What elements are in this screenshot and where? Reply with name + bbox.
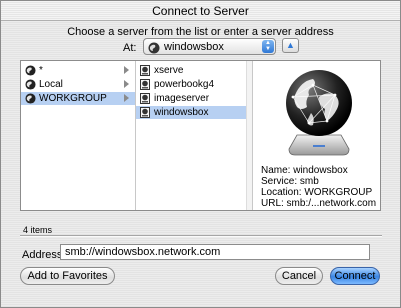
list-item[interactable]: Local: [21, 78, 135, 91]
server-icon: [140, 65, 150, 79]
list-item[interactable]: powerbookg4: [136, 78, 252, 91]
browser-column-2: xserve powerbookg4 imageserver windowsbo…: [136, 61, 253, 210]
at-value: windowsbox: [164, 41, 224, 53]
network-globe-icon: [25, 79, 36, 93]
item-label: Local: [39, 79, 63, 90]
network-server-globe-icon: [283, 67, 355, 164]
address-label: Address:: [22, 249, 66, 261]
address-field[interactable]: [60, 244, 370, 260]
connect-button[interactable]: Connect: [330, 267, 380, 285]
item-label: xserve: [154, 65, 184, 76]
info-name: Name: windowsbox: [261, 165, 348, 176]
item-label: *: [39, 65, 43, 76]
network-globe-icon: [25, 65, 36, 79]
cancel-button[interactable]: Cancel: [275, 267, 323, 285]
connect-to-server-window: Connect to Server Choose a server from t…: [0, 0, 401, 308]
disclosure-arrow-icon: [124, 66, 129, 74]
network-globe-icon: [148, 41, 160, 59]
up-arrow-button[interactable]: ▲: [282, 38, 299, 53]
network-globe-icon: [25, 93, 36, 107]
popup-arrows-icon: ▲ ▼: [262, 40, 274, 53]
item-label: imageserver: [154, 93, 210, 104]
add-to-favorites-button[interactable]: Add to Favorites: [20, 267, 115, 285]
title-bar[interactable]: Connect to Server: [1, 1, 400, 21]
instruction-text: Choose a server from the list or enter a…: [67, 26, 334, 38]
list-item[interactable]: imageserver: [136, 92, 252, 105]
server-browser: * Local WORKGROUP xserve powerbookg4 ima…: [20, 60, 381, 211]
server-info: Name: windowsbox Service: smb Location: …: [261, 165, 376, 209]
at-popup-menu[interactable]: windowsbox ▲ ▼: [143, 38, 276, 55]
info-url: URL: smb:/...network.com: [261, 198, 377, 209]
info-service: Service: smb: [261, 176, 319, 187]
disclosure-arrow-icon: [124, 80, 129, 88]
browser-column-1: * Local WORKGROUP: [21, 61, 136, 210]
server-icon: [140, 79, 150, 93]
window-title: Connect to Server: [152, 4, 249, 18]
info-location: Location: WORKGROUP: [261, 187, 373, 198]
item-label: windowsbox: [154, 107, 209, 118]
item-label: WORKGROUP: [39, 93, 107, 104]
list-item[interactable]: xserve: [136, 64, 252, 77]
list-item[interactable]: windowsbox: [136, 106, 252, 119]
separator: [20, 235, 382, 237]
at-label: At:: [123, 42, 137, 54]
item-count: 4 items: [23, 225, 53, 235]
column-scrollbar[interactable]: [246, 61, 252, 210]
preview-column: Name: windowsbox Service: smb Location: …: [253, 61, 380, 210]
server-icon: [140, 93, 150, 107]
disclosure-arrow-icon: [124, 94, 129, 102]
server-icon: [140, 107, 150, 121]
list-item[interactable]: WORKGROUP: [21, 92, 135, 105]
item-label: powerbookg4: [154, 79, 215, 90]
list-item[interactable]: *: [21, 64, 135, 77]
